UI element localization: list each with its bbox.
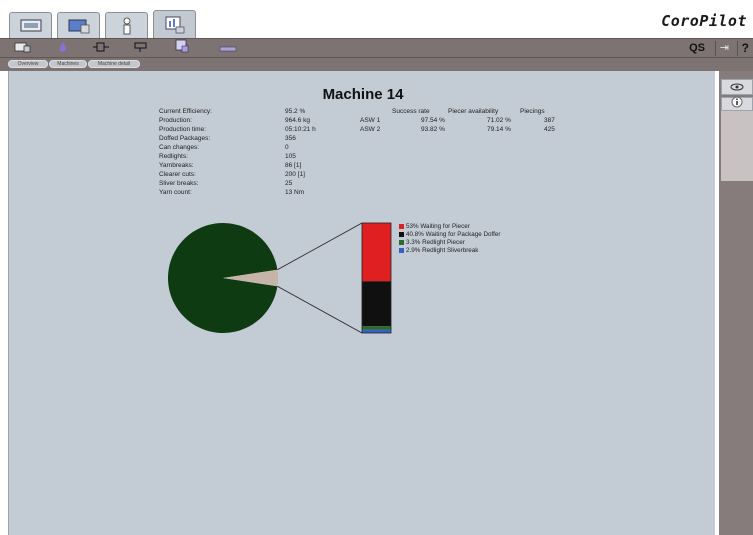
tab-monitor[interactable] — [9, 12, 52, 38]
connector-line — [277, 285, 363, 334]
report-panel: Machine 14 Current Efficiency: 95.2 % Pr… — [8, 71, 715, 535]
legend-label: 2.9% Redlight Sliverbreak — [406, 247, 479, 254]
document-icon — [174, 39, 190, 58]
legend-swatch — [399, 239, 404, 245]
pump-tool-button[interactable] — [130, 41, 152, 56]
breakdown-bar-segment — [362, 223, 391, 282]
slider-tool-button[interactable] — [217, 41, 239, 56]
toolbar-divider — [715, 41, 716, 56]
breadcrumb-item[interactable]: Overview — [8, 60, 48, 68]
legend-swatch — [399, 247, 404, 253]
info-icon — [731, 95, 743, 113]
pump-icon — [132, 40, 150, 58]
toolbar-divider — [737, 41, 738, 56]
breadcrumb-item[interactable]: Machines — [49, 60, 87, 68]
document-tool-button[interactable] — [171, 39, 193, 58]
legend-label: 40.8% Waiting for Package Doffer — [406, 231, 501, 238]
person-icon — [117, 16, 137, 36]
breadcrumb: Overview Machines Machine detail — [0, 58, 753, 71]
info-button[interactable] — [721, 95, 753, 113]
top-tab-bar: CoroPilot — [0, 0, 753, 38]
view-button[interactable] — [721, 79, 753, 95]
slider-icon — [219, 40, 237, 58]
breakdown-bar-segment — [362, 281, 391, 327]
qs-button[interactable]: QS — [689, 42, 705, 54]
logout-arrow-icon[interactable]: ⇥ — [720, 41, 729, 54]
plug-icon — [93, 40, 109, 58]
toolbar: QS ⇥ ? — [0, 38, 753, 58]
overview-icon — [14, 40, 32, 58]
help-button[interactable]: ? — [742, 41, 749, 55]
legend-swatch — [399, 231, 404, 237]
efficiency-pie-chart — [168, 222, 392, 334]
report-icon — [163, 15, 187, 35]
legend-item: 3.3% Redlight Piecer — [399, 239, 465, 246]
eye-icon — [730, 78, 744, 96]
legend-item: 2.9% Redlight Sliverbreak — [399, 247, 478, 254]
right-side-panel — [719, 71, 753, 535]
machine-display-icon — [67, 17, 91, 35]
connector-line — [277, 222, 363, 271]
monitor-icon — [19, 18, 43, 34]
brand-logo: CoroPilot — [661, 12, 747, 30]
panel-section — [721, 109, 753, 189]
tab-report[interactable] — [153, 10, 196, 38]
plug-tool-button[interactable] — [90, 41, 112, 56]
panel-body — [721, 181, 753, 535]
legend-label: 3.3% Redlight Piecer — [406, 239, 465, 246]
legend-swatch — [399, 223, 404, 229]
legend-label: 53% Waiting for Piecer — [406, 223, 470, 230]
breakdown-bar-segment — [362, 329, 391, 333]
drop-tool-button[interactable] — [52, 41, 74, 56]
tab-machine-display[interactable] — [57, 12, 100, 38]
overview-tool-button[interactable] — [12, 41, 34, 56]
breadcrumb-item[interactable]: Machine detail — [88, 60, 140, 68]
drop-icon — [56, 40, 70, 58]
breakdown-bar-segment — [362, 326, 391, 330]
legend-item: 40.8% Waiting for Package Doffer — [399, 231, 501, 238]
legend-item: 53% Waiting for Piecer — [399, 223, 470, 230]
tab-person[interactable] — [105, 12, 148, 38]
